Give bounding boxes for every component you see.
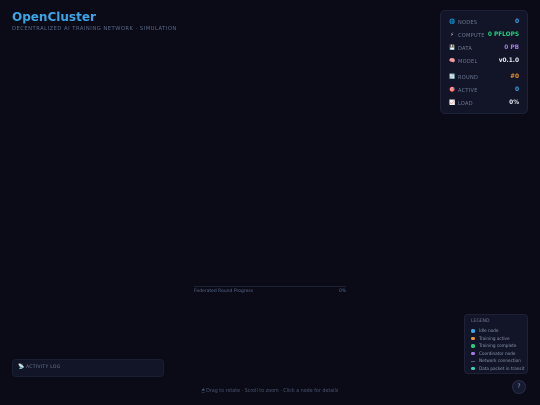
stat-value: 0 PB bbox=[504, 44, 519, 51]
coordinator-node-dot-icon bbox=[471, 351, 475, 355]
connection-line-icon bbox=[471, 360, 475, 362]
stat-data: 💾 DATA 0 PB bbox=[449, 45, 519, 53]
stat-nodes: 🌐 NODES 0 bbox=[449, 19, 519, 27]
stats-panel: 🌐 NODES 0 ⚡ COMPUTE 0 PFLOPS 💾 DATA 0 PB… bbox=[440, 10, 528, 114]
disk-icon: 💾 bbox=[449, 45, 456, 51]
globe-icon: 🌐 bbox=[449, 19, 456, 25]
idle-node-dot-icon bbox=[471, 329, 475, 333]
round-progress-bar bbox=[194, 286, 346, 287]
stat-value: #0 bbox=[510, 73, 519, 80]
brain-icon: 🧠 bbox=[449, 58, 456, 64]
training-complete-dot-icon bbox=[471, 344, 475, 348]
stat-label: DATA bbox=[458, 45, 473, 52]
stat-label: MODEL bbox=[458, 58, 478, 65]
stat-model: 🧠 MODEL v0.1.0 bbox=[449, 58, 519, 66]
legend-label: Training active bbox=[479, 335, 510, 341]
stat-value: v0.1.0 bbox=[498, 57, 519, 64]
stat-label: NODES bbox=[458, 19, 478, 26]
stat-round: 🔄 ROUND #0 bbox=[449, 74, 519, 82]
stat-load: 📈 LOAD 0% bbox=[449, 100, 519, 108]
target-icon: 🎯 bbox=[449, 87, 456, 93]
legend-title: LEGEND bbox=[471, 319, 490, 324]
refresh-icon: 🔄 bbox=[449, 74, 456, 80]
stat-value: 0% bbox=[509, 99, 519, 106]
round-progress-percent: 0% bbox=[339, 289, 347, 294]
controls-hint: 🖱 Drag to rotate · Scroll to zoom · Clic… bbox=[201, 389, 339, 394]
app-subtitle: DECENTRALIZED AI TRAINING NETWORK · SIMU… bbox=[12, 26, 177, 32]
training-active-dot-icon bbox=[471, 336, 475, 340]
chart-icon: 📈 bbox=[449, 100, 456, 106]
stat-label: ROUND bbox=[458, 74, 479, 81]
legend-panel: LEGEND Idle node Training active Trainin… bbox=[464, 314, 528, 374]
round-progress-label: Federated Round Progress bbox=[194, 289, 254, 294]
data-packet-dot-icon bbox=[471, 366, 475, 370]
stat-value: 0 bbox=[514, 18, 519, 25]
stat-compute: ⚡ COMPUTE 0 PFLOPS bbox=[449, 32, 519, 40]
stat-label: COMPUTE bbox=[458, 32, 485, 39]
stat-value: 0 bbox=[514, 86, 519, 93]
app-title: OpenCluster bbox=[12, 10, 96, 24]
legend-label: Network connection bbox=[479, 358, 521, 363]
antenna-icon: 📡 bbox=[18, 364, 25, 370]
lightning-icon: ⚡ bbox=[450, 32, 454, 38]
activity-log-toggle[interactable]: 📡 ACTIVITY LOG bbox=[12, 359, 164, 377]
stat-active: 🎯 ACTIVE 0 bbox=[449, 87, 519, 95]
legend-label: Idle node bbox=[479, 328, 499, 333]
legend-label: Data packet in transit bbox=[479, 365, 525, 371]
legend-label: Coordinator node bbox=[479, 350, 516, 356]
activity-log-label: ACTIVITY LOG bbox=[26, 364, 61, 370]
stat-label: LOAD bbox=[458, 100, 473, 107]
legend-label: Training complete bbox=[479, 343, 517, 348]
stat-value: 0 PFLOPS bbox=[487, 31, 519, 38]
help-button[interactable]: ? bbox=[512, 380, 526, 394]
stat-label: ACTIVE bbox=[458, 87, 478, 94]
